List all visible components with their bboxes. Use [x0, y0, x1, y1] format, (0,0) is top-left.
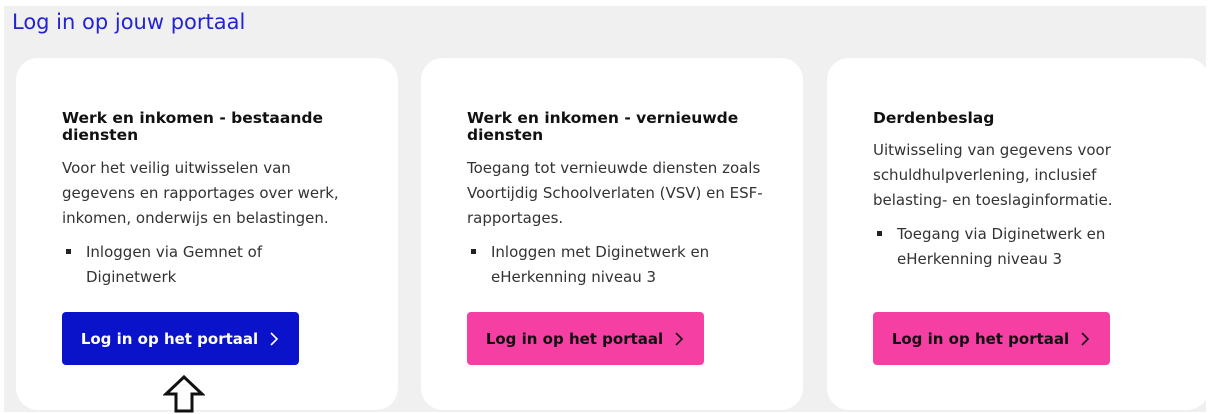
- bullet-item: Inloggen met Diginetwerk en eHerkenning …: [467, 240, 757, 290]
- bullet-item: Toegang via Diginetwerk en eHerkenning n…: [873, 222, 1163, 272]
- portal-section: Log in op jouw portaal Werk en inkomen -…: [4, 6, 1209, 412]
- login-portal-button[interactable]: Log in op het portaal: [467, 312, 704, 365]
- chevron-right-icon: [675, 331, 684, 346]
- button-label: Log in op het portaal: [80, 329, 259, 348]
- card-title: Derdenbeslag: [873, 109, 995, 127]
- card-description: Uitwisseling van gegevens voor schuldhul…: [873, 141, 1113, 209]
- card-werk-inkomen-bestaand: Werk en inkomen - bestaande diensten Voo…: [16, 58, 398, 410]
- chevron-right-icon: [1081, 331, 1090, 346]
- bullet-text: Inloggen met Diginetwerk en eHerkenning …: [491, 243, 710, 286]
- card-werk-inkomen-vernieuwd: Werk en inkomen - vernieuwde diensten To…: [421, 58, 803, 410]
- bullet-item: Inloggen via Gemnet of Diginetwerk: [62, 240, 352, 290]
- card-description: Toegang tot vernieuwde diensten zoals Vo…: [467, 159, 763, 227]
- bullet-marker: [877, 231, 882, 236]
- login-portal-button[interactable]: Log in op het portaal: [873, 312, 1110, 365]
- card-title: Werk en inkomen - vernieuwde diensten: [467, 109, 739, 144]
- card-derdenbeslag: Derdenbeslag Uitwisseling van gegevens v…: [827, 58, 1209, 410]
- bullet-text: Toegang via Diginetwerk en eHerkenning n…: [897, 225, 1106, 268]
- card-title: Werk en inkomen - bestaande diensten: [62, 109, 323, 144]
- chevron-right-icon: [270, 331, 279, 346]
- button-label: Log in op het portaal: [485, 329, 664, 348]
- bullet-text: Inloggen via Gemnet of Diginetwerk: [86, 243, 263, 286]
- bullet-marker: [66, 249, 71, 254]
- up-arrow-icon: [163, 374, 205, 413]
- login-portal-button[interactable]: Log in op het portaal: [62, 312, 299, 365]
- bullet-marker: [471, 249, 476, 254]
- card-description: Voor het veilig uitwisselen van gegevens…: [62, 159, 339, 227]
- page-title: Log in op jouw portaal: [12, 10, 246, 34]
- button-label: Log in op het portaal: [891, 329, 1070, 348]
